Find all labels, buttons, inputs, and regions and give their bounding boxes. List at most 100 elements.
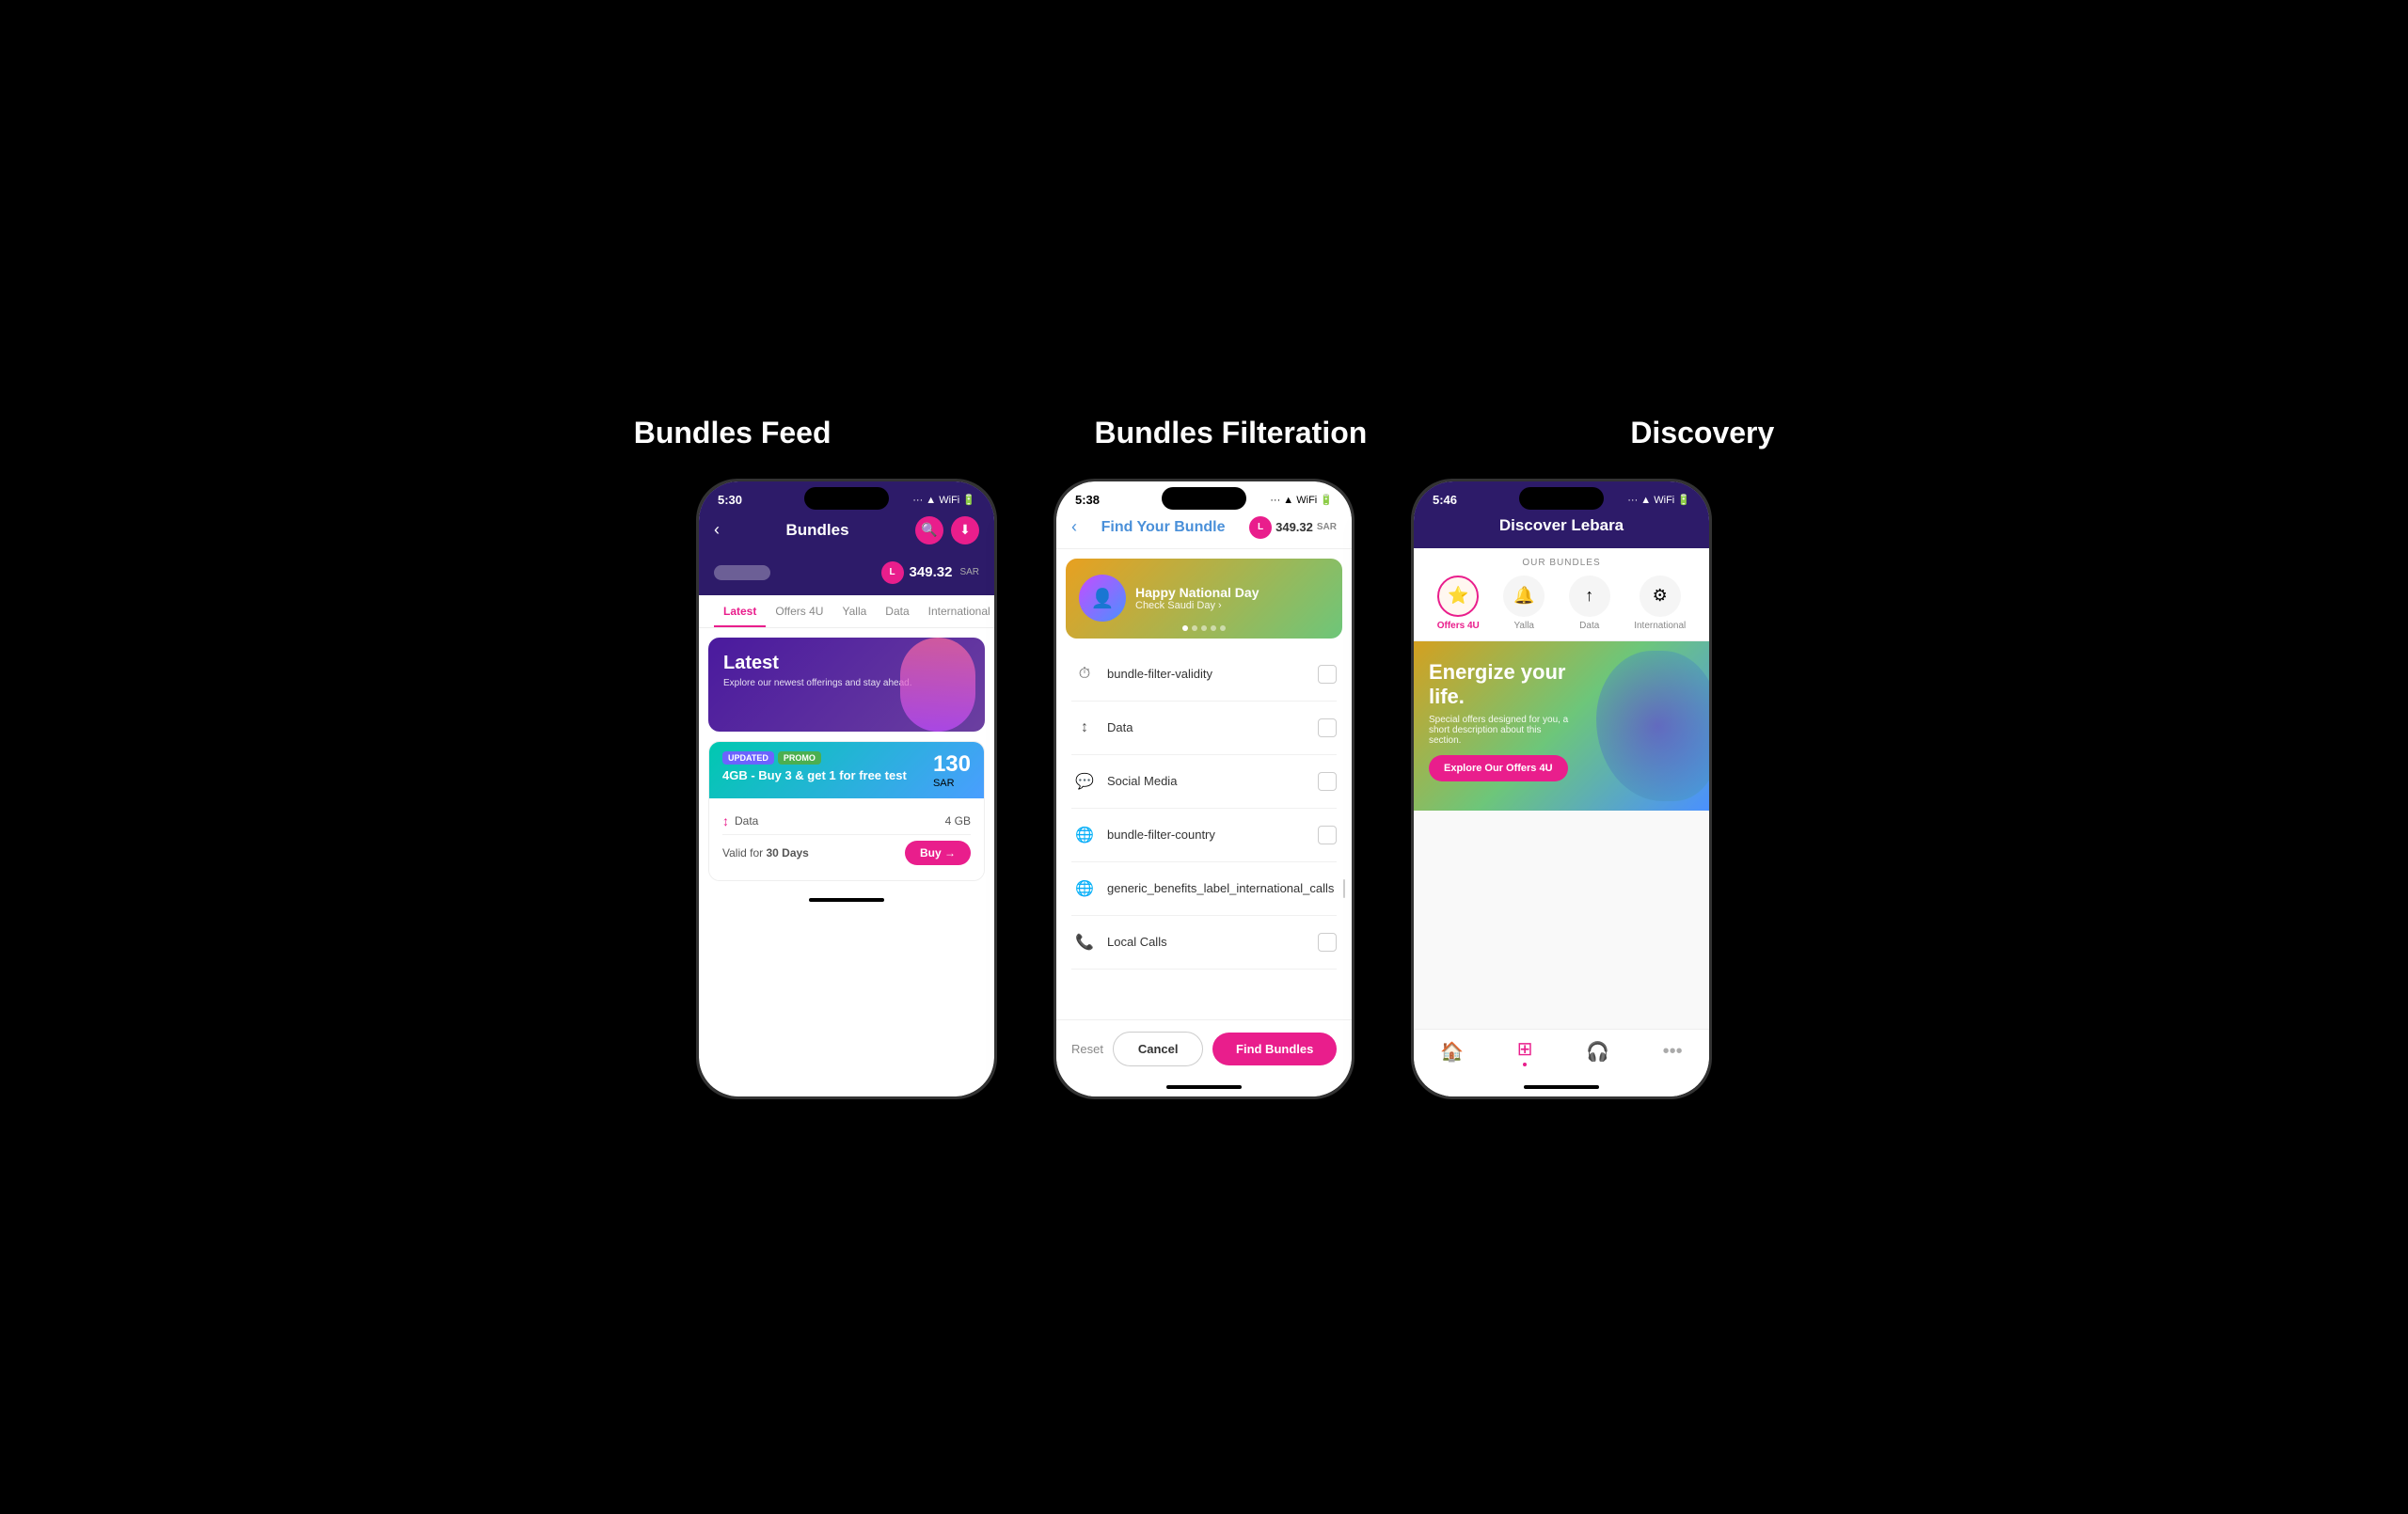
- phone2-balance: L 349.32 SAR: [1249, 516, 1337, 539]
- bundle-price-sar: SAR: [933, 778, 971, 789]
- nav-active-dot: [1523, 1063, 1527, 1066]
- notch-3: [1519, 487, 1604, 510]
- cat-label-yalla: Yalla: [1513, 621, 1534, 631]
- data-label: Data: [735, 814, 758, 828]
- phone3-title: Discover Lebara: [1429, 516, 1694, 535]
- checkbox-4[interactable]: [1343, 879, 1345, 898]
- search-icon-button[interactable]: 🔍: [915, 516, 943, 544]
- bundle-card-header: UPDATED PROMO 4GB - Buy 3 & get 1 for fr…: [709, 742, 984, 798]
- nav-more[interactable]: •••: [1663, 1041, 1683, 1063]
- nav-home[interactable]: 🏠: [1440, 1040, 1464, 1064]
- filter-label-2: Social Media: [1107, 774, 1308, 788]
- checkbox-5[interactable]: [1318, 933, 1337, 952]
- data-icon: ↕: [722, 813, 729, 828]
- filter-list: ⏱ bundle-filter-validity ↕ Data 💬 Social…: [1056, 648, 1352, 1019]
- find-bundles-button[interactable]: Find Bundles: [1212, 1033, 1337, 1065]
- dot-3: [1201, 625, 1207, 631]
- filter-item-3[interactable]: 🌐 bundle-filter-country: [1071, 809, 1337, 862]
- phone-discovery: 5:46 ··· ▲ WiFi 🔋 Discover Lebara OUR BU…: [1411, 479, 1712, 1099]
- nav-support[interactable]: 🎧: [1586, 1040, 1609, 1064]
- cat-label-data: Data: [1579, 621, 1599, 631]
- balance-amount-1: 349.32: [910, 564, 953, 580]
- checkbox-0[interactable]: [1318, 665, 1337, 684]
- banner-dots: [1182, 625, 1226, 631]
- phone-bundles-filteration: 5:38 ··· ▲ WiFi 🔋 ‹ Find Your Bundle L 3…: [1054, 479, 1354, 1099]
- tabs-bar-1: Latest Offers 4U Yalla Data Internationa…: [699, 595, 994, 628]
- cat-data[interactable]: ↑ Data: [1569, 576, 1610, 631]
- nav-bundles[interactable]: ⊞: [1517, 1037, 1533, 1066]
- filter-icon-0: ⏱: [1071, 661, 1098, 687]
- checkbox-2[interactable]: [1318, 772, 1337, 791]
- bundle-tags: UPDATED PROMO: [722, 751, 907, 765]
- tab-intl[interactable]: International: [919, 595, 994, 627]
- explore-offers-button[interactable]: Explore Our Offers 4U: [1429, 755, 1568, 781]
- notch-2: [1162, 487, 1246, 510]
- bottom-nav: 🏠 ⊞ 🎧 •••: [1414, 1029, 1709, 1078]
- filter-icon-4: 🌐: [1071, 875, 1098, 902]
- cat-icon-intl: ⚙: [1640, 576, 1681, 617]
- our-bundles-label: OUR BUNDLES: [1425, 558, 1698, 568]
- status-time-2: 5:38: [1075, 493, 1100, 507]
- cancel-button[interactable]: Cancel: [1113, 1032, 1203, 1066]
- bundles-icon: ⊞: [1517, 1037, 1533, 1061]
- tab-latest[interactable]: Latest: [714, 595, 766, 627]
- latest-banner: Latest Explore our newest offerings and …: [708, 638, 985, 732]
- dot-2: [1192, 625, 1197, 631]
- cat-label-offers4u: Offers 4U: [1437, 621, 1480, 631]
- banner-title-2: Happy National Day: [1135, 585, 1259, 600]
- title-bundles-feed: Bundles Feed: [634, 416, 832, 450]
- filter-icon-3: 🌐: [1071, 822, 1098, 848]
- filter-label-0: bundle-filter-validity: [1107, 667, 1308, 681]
- bundle-price: 130: [933, 751, 971, 778]
- checkbox-3[interactable]: [1318, 826, 1337, 844]
- filter-icon-2: 💬: [1071, 768, 1098, 795]
- buy-button[interactable]: Buy →: [905, 841, 971, 865]
- reset-button[interactable]: Reset: [1071, 1042, 1103, 1056]
- status-icons-3: ··· ▲ WiFi 🔋: [1627, 494, 1690, 506]
- filter-footer: Reset Cancel Find Bundles: [1056, 1019, 1352, 1078]
- tab-data[interactable]: Data: [876, 595, 918, 627]
- filter-item-4[interactable]: 🌐 generic_benefits_label_international_c…: [1071, 862, 1337, 916]
- bundle-data-row: ↕ Data 4 GB: [722, 808, 971, 835]
- balance-amount-2: 349.32: [1275, 520, 1313, 534]
- filter-item-0[interactable]: ⏱ bundle-filter-validity: [1071, 648, 1337, 702]
- tag-updated: UPDATED: [722, 751, 774, 765]
- tag-promo: PROMO: [778, 751, 821, 765]
- phone2-header: ‹ Find Your Bundle L 349.32 SAR: [1056, 511, 1352, 549]
- our-bundles-section: OUR BUNDLES ⭐ Offers 4U 🔔 Yalla ↑ Data: [1414, 548, 1709, 641]
- status-time-1: 5:30: [718, 493, 742, 507]
- filter-banner: 👤 Happy National Day Check Saudi Day ›: [1066, 559, 1342, 639]
- disc-figure: [1596, 651, 1709, 801]
- banner-text: Happy National Day Check Saudi Day ›: [1135, 585, 1259, 611]
- phone1-title: Bundles: [720, 521, 915, 540]
- filter-item-2[interactable]: 💬 Social Media: [1071, 755, 1337, 809]
- home-icon: 🏠: [1440, 1040, 1464, 1064]
- balance-avatar-2: L: [1249, 516, 1272, 539]
- bundle-categories: ⭐ Offers 4U 🔔 Yalla ↑ Data ⚙ Internation…: [1425, 576, 1698, 631]
- bundle-valid-row: Valid for 30 Days Buy →: [722, 835, 971, 871]
- bundle-details: ↕ Data 4 GB Valid for 30 Days Buy →: [709, 798, 984, 880]
- cat-intl[interactable]: ⚙ International: [1634, 576, 1686, 631]
- balance-bar-1: L 349.32 SAR: [699, 554, 994, 595]
- cat-offers4u[interactable]: ⭐ Offers 4U: [1437, 576, 1480, 631]
- filter-label-1: Data: [1107, 720, 1308, 734]
- download-icon-button[interactable]: ⬇: [951, 516, 979, 544]
- discovery-banner: Energize your life. Special offers desig…: [1414, 641, 1709, 811]
- filter-item-1[interactable]: ↕ Data: [1071, 702, 1337, 755]
- account-pill: [714, 565, 770, 580]
- home-bar-line-3: [1524, 1085, 1599, 1089]
- bundle-name: 4GB - Buy 3 & get 1 for free test: [722, 768, 907, 782]
- checkbox-1[interactable]: [1318, 718, 1337, 737]
- home-bar-2: [1056, 1078, 1352, 1096]
- filter-item-5[interactable]: 📞 Local Calls: [1071, 916, 1337, 970]
- tab-offers4u[interactable]: Offers 4U: [766, 595, 832, 627]
- cat-label-intl: International: [1634, 621, 1686, 631]
- cat-icon-yalla: 🔔: [1503, 576, 1545, 617]
- phone3-header: Discover Lebara: [1414, 511, 1709, 548]
- notch-1: [804, 487, 889, 510]
- cat-yalla[interactable]: 🔔 Yalla: [1503, 576, 1545, 631]
- dot-4: [1211, 625, 1216, 631]
- tab-yalla[interactable]: Yalla: [832, 595, 876, 627]
- balance-avatar-1: L: [881, 561, 904, 584]
- balance-sar-2: SAR: [1317, 522, 1337, 532]
